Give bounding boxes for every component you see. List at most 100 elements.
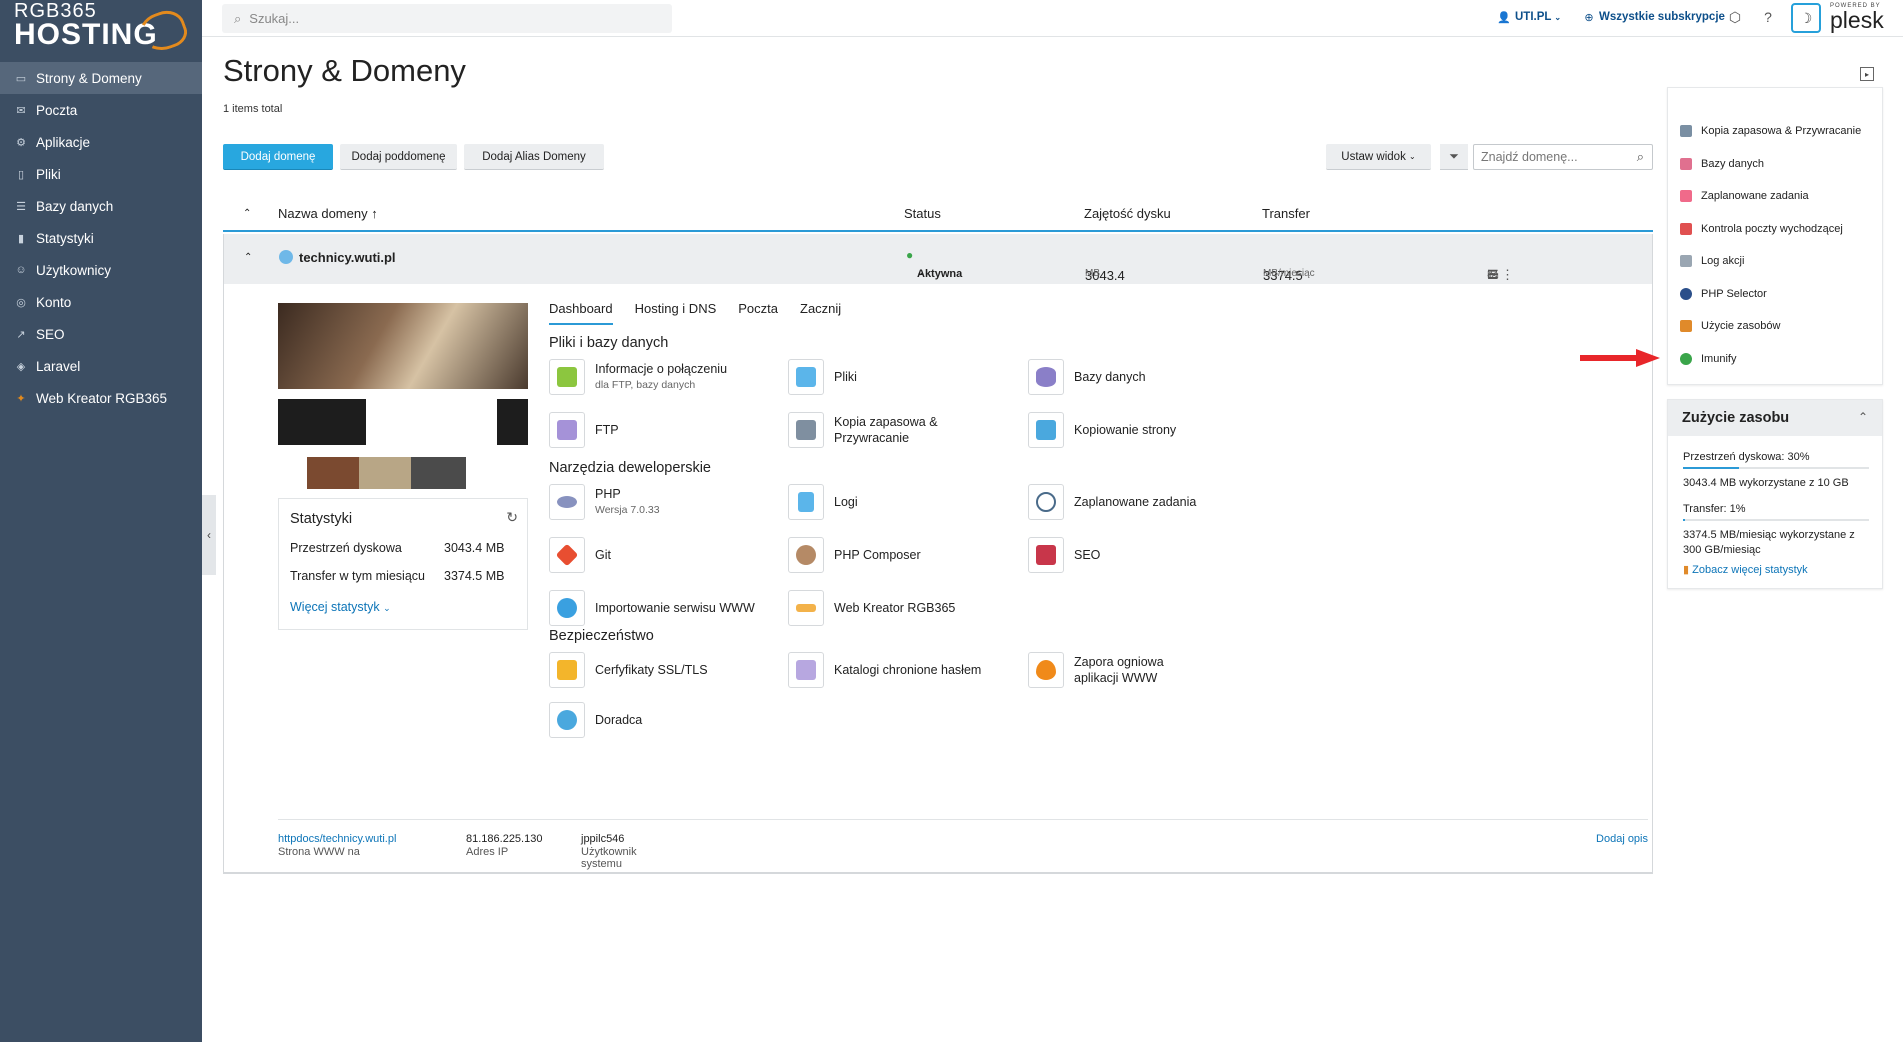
account-menu[interactable]: UTI.PL ⌄ bbox=[1515, 11, 1561, 23]
col-disk[interactable]: Zajętość dysku bbox=[1084, 206, 1171, 221]
cube-icon[interactable]: ⬡ bbox=[1726, 9, 1744, 27]
transfer-label: Transfer w tym miesiącu bbox=[290, 569, 425, 583]
more-statistics-link[interactable]: Więcej statystyk ⌄ bbox=[290, 600, 391, 614]
panel-toggle-icon[interactable]: ▸ bbox=[1860, 67, 1874, 81]
tool-website-copy[interactable]: Kopiowanie strony bbox=[1028, 411, 1176, 449]
search-input[interactable]: ⌕ Szukaj... bbox=[222, 4, 672, 33]
trend-icon: ↗ bbox=[16, 328, 26, 341]
tool-waf[interactable]: Zapora ogniowa aplikacji WWW bbox=[1028, 651, 1208, 689]
quick-link-php-selector[interactable]: PHP Selector bbox=[1680, 285, 1767, 303]
tool-php-composer[interactable]: PHP Composer bbox=[788, 536, 921, 574]
quick-link-label: Log akcji bbox=[1701, 255, 1745, 267]
sidebar: RGB365 HOSTING ▭ Strony & Domeny ✉ Poczta … bbox=[0, 0, 202, 1042]
section-dev-title: Narzędzia deweloperskie bbox=[549, 460, 711, 476]
quick-link-scheduled-tasks[interactable]: Zaplanowane zadania bbox=[1680, 187, 1809, 205]
sidebar-item-seo[interactable]: ↗ SEO bbox=[0, 318, 202, 350]
chevron-left-icon: ‹ bbox=[207, 528, 211, 542]
tool-php[interactable]: PHP Wersja 7.0.33 bbox=[549, 483, 660, 521]
tool-web-kreator[interactable]: Web Kreator RGB365 bbox=[788, 589, 955, 627]
tool-label: Doradca bbox=[595, 713, 643, 727]
subscriptions-link[interactable]: Wszystkie subskrypcje bbox=[1599, 11, 1725, 23]
domain-tabs: Dashboard Hosting i DNS Poczta Zacznij bbox=[549, 301, 863, 325]
help-icon[interactable]: ? bbox=[1759, 9, 1777, 27]
sidebar-item-laravel[interactable]: ◈ Laravel bbox=[0, 350, 202, 382]
tool-label: Web Kreator RGB365 bbox=[834, 601, 956, 615]
sidebar-item-users[interactable]: ☺ Użytkownicy bbox=[0, 254, 202, 286]
sidebar-item-account[interactable]: ◎ Konto bbox=[0, 286, 202, 318]
tool-files[interactable]: Pliki bbox=[788, 358, 857, 396]
sidebar-item-mail[interactable]: ✉ Poczta bbox=[0, 94, 202, 126]
filter-button[interactable]: ⏷ bbox=[1440, 144, 1468, 170]
site-preview-thumbnail[interactable] bbox=[278, 303, 528, 493]
sidebar-item-files[interactable]: ▯ Pliki bbox=[0, 158, 202, 190]
quick-link-outgoing-mail[interactable]: Kontrola poczty wychodzącej bbox=[1680, 220, 1843, 238]
tool-seo[interactable]: SEO bbox=[1028, 536, 1100, 574]
add-domain-button[interactable]: Dodaj domenę bbox=[223, 144, 333, 170]
sidebar-item-label: Konto bbox=[36, 294, 72, 310]
website-prefix: Strona WWW na bbox=[278, 846, 360, 858]
sidebar-item-applications[interactable]: ⚙ Aplikacje bbox=[0, 126, 202, 158]
quick-link-resource-usage[interactable]: Użycie zasobów bbox=[1680, 317, 1780, 335]
table-row[interactable]: ⌃ technicy.wuti.pl ● Aktywna ⌄ 3043.4 MB… bbox=[223, 234, 1653, 284]
preview-thumb bbox=[307, 457, 362, 489]
preview-hero-image bbox=[278, 303, 528, 389]
col-domain-name[interactable]: Nazwa domeny ↑ bbox=[278, 206, 378, 221]
sidebar-item-statistics[interactable]: ▮ Statystyki bbox=[0, 222, 202, 254]
tool-ssl[interactable]: Cerfyfikaty SSL/TLS bbox=[549, 651, 708, 689]
tool-label: Zapora ogniowa aplikacji WWW bbox=[1074, 655, 1164, 685]
page-title: Strony & Domeny bbox=[223, 53, 466, 88]
website-path-link[interactable]: httpdocs/technicy.wuti.pl bbox=[278, 833, 396, 845]
collapse-all-icon[interactable]: ⌃ bbox=[243, 208, 251, 219]
chevron-up-icon[interactable]: ⌃ bbox=[244, 252, 252, 263]
settings-sliders-icon[interactable]: ⫶ bbox=[1487, 267, 1490, 283]
tool-backup[interactable]: Kopia zapasowa & Przywracanie bbox=[788, 411, 968, 449]
tool-scheduled-tasks[interactable]: Zaplanowane zadania bbox=[1028, 483, 1196, 521]
search-icon: ⌕ bbox=[1636, 149, 1644, 164]
brand-logo[interactable]: RGB365 HOSTING bbox=[0, 0, 202, 62]
tab-get-started[interactable]: Zacznij bbox=[800, 301, 841, 325]
tool-git[interactable]: Git bbox=[549, 536, 611, 574]
more-menu-icon[interactable]: ⋮ bbox=[1501, 267, 1514, 283]
col-status[interactable]: Status bbox=[904, 206, 941, 221]
col-transfer[interactable]: Transfer bbox=[1262, 206, 1310, 221]
find-domain-input[interactable]: Znajdź domenę... ⌕ bbox=[1473, 144, 1653, 170]
quick-link-databases[interactable]: Bazy danych bbox=[1680, 155, 1764, 173]
quick-link-imunify[interactable]: Imunify bbox=[1680, 350, 1736, 368]
add-description-link[interactable]: Dodaj opis bbox=[1596, 833, 1648, 845]
user-icon: 👤 bbox=[1497, 12, 1511, 24]
tab-mail[interactable]: Poczta bbox=[738, 301, 778, 325]
tool-website-import[interactable]: Importowanie serwisu WWW bbox=[549, 589, 755, 627]
sidebar-collapse-handle[interactable]: ‹ bbox=[202, 495, 216, 575]
tool-label: PHP bbox=[595, 487, 621, 501]
add-subdomain-button[interactable]: Dodaj poddomenę bbox=[340, 144, 457, 170]
transfer-usage-label: Transfer: 1% bbox=[1683, 503, 1746, 515]
sidebar-item-databases[interactable]: ☰ Bazy danych bbox=[0, 190, 202, 222]
quick-link-action-log[interactable]: Log akcji bbox=[1680, 252, 1744, 270]
bar-chart-icon: ▮ bbox=[17, 232, 25, 245]
theme-toggle-button[interactable]: ☽ bbox=[1791, 3, 1821, 33]
tab-dashboard[interactable]: Dashboard bbox=[549, 301, 613, 325]
quick-link-backup[interactable]: Kopia zapasowa & Przywracanie bbox=[1680, 122, 1861, 140]
sidebar-item-label: Strony & Domeny bbox=[36, 70, 142, 86]
calendar-icon bbox=[1680, 190, 1692, 202]
tool-logs[interactable]: Logi bbox=[788, 483, 858, 521]
tool-databases[interactable]: Bazy danych bbox=[1028, 358, 1146, 396]
refresh-icon[interactable]: ↻ bbox=[506, 509, 518, 526]
tab-hosting-dns[interactable]: Hosting i DNS bbox=[635, 301, 717, 325]
add-alias-button[interactable]: Dodaj Alias Domeny bbox=[464, 144, 604, 170]
tool-advisor[interactable]: Doradca bbox=[549, 701, 642, 739]
view-button[interactable]: Ustaw widok ⌄ bbox=[1326, 144, 1431, 170]
status-label: Aktywna bbox=[917, 268, 963, 280]
domain-name-link[interactable]: technicy.wuti.pl bbox=[299, 250, 396, 265]
sidebar-item-webkreator[interactable]: ✦ Web Kreator RGB365 bbox=[0, 382, 202, 414]
section-security-title: Bezpieczeństwo bbox=[549, 628, 654, 644]
tool-password-protected[interactable]: Katalogi chronione hasłem bbox=[788, 651, 981, 689]
account-icon: ◎ bbox=[16, 296, 26, 309]
tool-ftp[interactable]: FTP bbox=[549, 411, 619, 449]
sidebar-item-websites[interactable]: ▭ Strony & Domeny bbox=[0, 62, 202, 94]
resource-usage-header[interactable]: Zużycie zasobu ⌃ bbox=[1668, 400, 1882, 436]
tool-connection-info[interactable]: Informacje o połączeniu dla FTP, bazy dan… bbox=[549, 358, 727, 396]
database-icon bbox=[1028, 359, 1064, 395]
preview-thumb bbox=[359, 457, 414, 489]
more-stats-link[interactable]: ▮ Zobacz więcej statystyk bbox=[1683, 563, 1873, 578]
